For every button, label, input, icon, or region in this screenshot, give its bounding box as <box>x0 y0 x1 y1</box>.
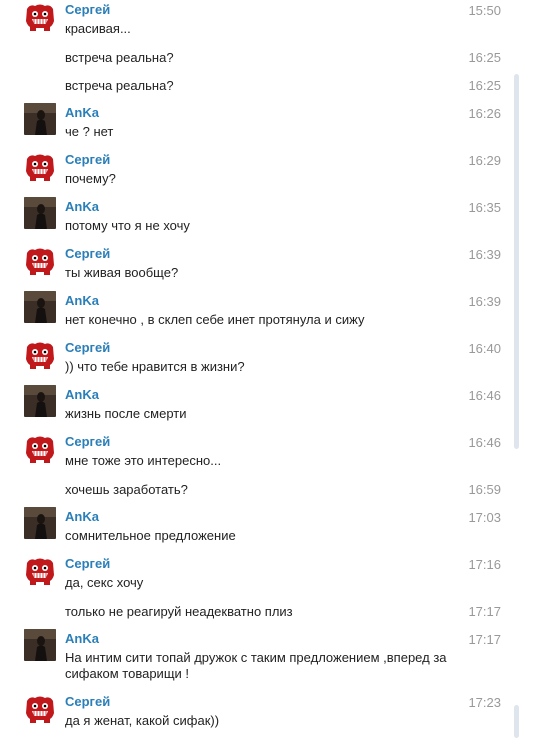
avatar-sergey[interactable] <box>24 151 56 183</box>
message-time: 16:46 <box>468 388 501 403</box>
avatar-sergey[interactable] <box>24 555 56 587</box>
message-text: мне тоже это интересно... <box>65 453 222 468</box>
message-text: )) что тебе нравится в жизни? <box>65 359 245 374</box>
message-time: 17:17 <box>468 632 501 647</box>
message-text: потому что я не хочу <box>65 218 190 233</box>
message-time: 16:26 <box>468 106 501 121</box>
avatar-anka[interactable] <box>24 291 56 323</box>
avatar-anka[interactable] <box>24 507 56 539</box>
message-text: ты живая вообще? <box>65 265 179 280</box>
scrollbar[interactable] <box>514 74 519 449</box>
avatar-sergey[interactable] <box>24 693 56 725</box>
message-time: 16:25 <box>468 78 501 93</box>
message-text: встреча реальна? <box>65 50 174 65</box>
message-text: нет конечно , в склеп себе инет протянул… <box>65 312 365 327</box>
avatar-anka[interactable] <box>24 103 56 135</box>
sender-name[interactable]: Сергей <box>65 556 110 571</box>
sender-name[interactable]: AnKa <box>65 293 99 308</box>
sender-name[interactable]: AnKa <box>65 105 99 120</box>
message-text: жизнь после смерти <box>65 406 187 421</box>
avatar-sergey[interactable] <box>24 339 56 371</box>
avatar-anka[interactable] <box>24 385 56 417</box>
sender-name[interactable]: AnKa <box>65 387 99 402</box>
avatar-anka[interactable] <box>24 197 56 229</box>
message-text: хочешь заработать? <box>65 482 188 497</box>
message-time: 17:17 <box>468 604 501 619</box>
message-time: 17:03 <box>468 510 501 525</box>
message-text: встреча реальна? <box>65 78 174 93</box>
chat-history: Сергей 15:50 красивая... 16:25 встреча р… <box>0 0 553 738</box>
message-time: 16:39 <box>468 294 501 309</box>
sender-name[interactable]: AnKa <box>65 199 99 214</box>
avatar-sergey[interactable] <box>24 1 56 33</box>
message-text: почему? <box>65 171 116 186</box>
sender-name[interactable]: AnKa <box>65 631 99 646</box>
message-text: красивая... <box>65 21 131 36</box>
sender-name[interactable]: Сергей <box>65 246 110 261</box>
message-time: 16:29 <box>468 153 501 168</box>
sender-name[interactable]: Сергей <box>65 340 110 355</box>
message-text: да, секс хочу <box>65 575 144 590</box>
sender-name[interactable]: AnKa <box>65 509 99 524</box>
message-time: 16:39 <box>468 247 501 262</box>
message-time: 17:23 <box>468 695 501 710</box>
avatar-anka[interactable] <box>24 629 56 661</box>
sender-name[interactable]: Сергей <box>65 2 110 17</box>
message-text: сомнительное предложение <box>65 528 236 543</box>
message-time: 16:25 <box>468 50 501 65</box>
message-time: 16:59 <box>468 482 501 497</box>
sender-name[interactable]: Сергей <box>65 152 110 167</box>
avatar-sergey[interactable] <box>24 433 56 465</box>
message-text: да я женат, какой сифак)) <box>65 713 220 728</box>
sender-name[interactable]: Сергей <box>65 434 110 449</box>
message-time: 17:16 <box>468 557 501 572</box>
avatar-sergey[interactable] <box>24 245 56 277</box>
message-text: че ? нет <box>65 124 114 139</box>
sender-name[interactable]: Сергей <box>65 694 110 709</box>
message-text: только не реагируй неадекватно плиз <box>65 604 293 619</box>
message-text: На интим сити топай дружок с таким предл… <box>65 650 447 681</box>
message-time: 16:46 <box>468 435 501 450</box>
message-time: 16:35 <box>468 200 501 215</box>
message-time: 16:40 <box>468 341 501 356</box>
scrollbar[interactable] <box>514 705 519 738</box>
message-time: 15:50 <box>468 3 501 18</box>
